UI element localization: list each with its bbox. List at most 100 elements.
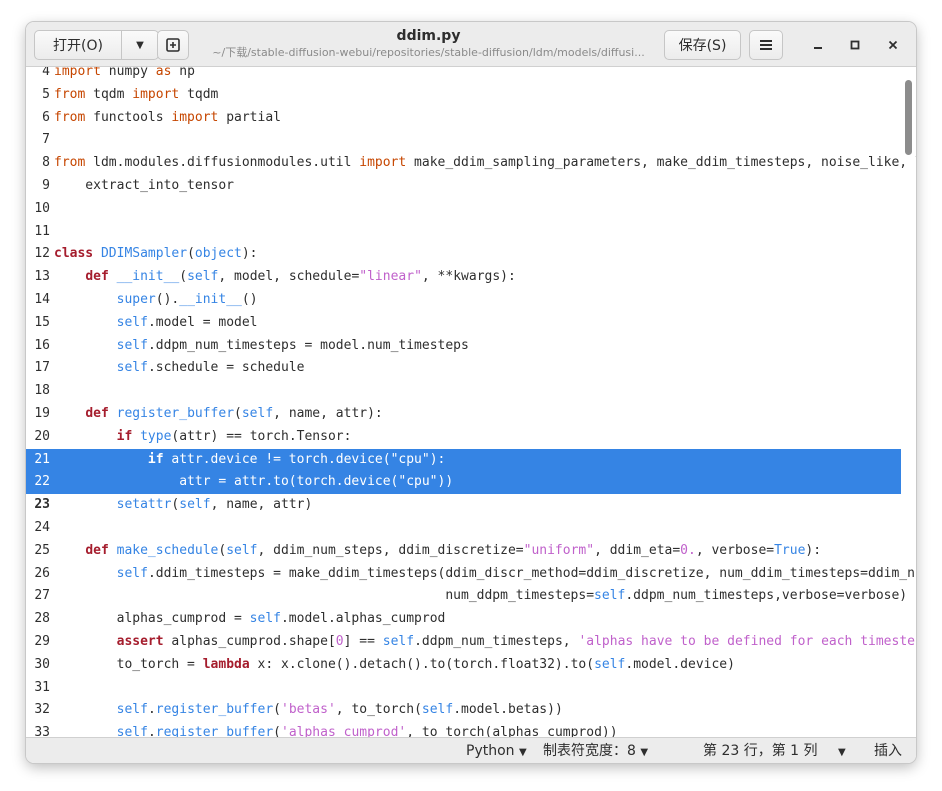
- code-text: attr = attr.to(torch.device("cpu")): [54, 474, 454, 490]
- line-number: 4: [42, 67, 50, 79]
- code-text: def __init__(self, model, schedule="line…: [85, 269, 516, 285]
- code-line[interactable]: 33 self.register_buffer('alphas_cumprod'…: [26, 722, 901, 737]
- code-line[interactable]: 5 from tqdm import tqdm: [26, 84, 901, 107]
- code-text: assert alphas_cumprod.shape[0] == self.d…: [116, 634, 916, 649]
- code-line[interactable]: 9 extract_into_tensor: [26, 175, 901, 198]
- chevron-down-icon: ▼: [838, 747, 846, 758]
- main-menu-button[interactable]: [749, 30, 783, 60]
- line-number: 29: [34, 634, 50, 649]
- line-number: 8: [42, 155, 50, 171]
- tab-width-label: 制表符宽度：8: [543, 743, 636, 759]
- code-text: def make_schedule(self, ddim_num_steps, …: [85, 542, 822, 558]
- line-number: 14: [34, 292, 50, 307]
- code-line[interactable]: 20 if type(attr) == torch.Tensor:: [26, 426, 901, 449]
- position-menu-button[interactable]: ▼: [838, 741, 846, 763]
- line-number: 16: [34, 337, 50, 353]
- code-line[interactable]: 28 alphas_cumprod = self.model.alphas_cu…: [26, 608, 901, 631]
- line-number: 9: [42, 178, 50, 193]
- line-number: 5: [42, 86, 50, 102]
- save-button[interactable]: 保存(S): [664, 30, 741, 60]
- code-line[interactable]: 10: [26, 198, 901, 221]
- code-line[interactable]: 13 def __init__(self, model, schedule="l…: [26, 266, 901, 289]
- code-text: setattr(self, name, attr): [116, 497, 313, 513]
- code-line[interactable]: 18: [26, 380, 901, 403]
- code-line[interactable]: 14 super().__init__(): [26, 289, 901, 312]
- line-number: 19: [34, 406, 50, 421]
- line-number: 24: [34, 520, 50, 535]
- title-area: ddim.py ~/下载/stable-diffusion-webui/repo…: [206, 27, 651, 61]
- open-button[interactable]: 打开(O): [34, 30, 122, 60]
- code-line[interactable]: 21 if attr.device != torch.device("cpu")…: [26, 448, 901, 472]
- line-number: 17: [34, 360, 50, 376]
- code-text: self.ddpm_num_timesteps = model.num_time…: [116, 337, 469, 353]
- code-text: def register_buffer(self, name, attr):: [85, 406, 383, 421]
- status-bar: Python ▼ 制表符宽度：8 ▼ 第 23 行，第 1 列 ▼ 插入: [26, 737, 916, 763]
- code-text: self.schedule = schedule: [116, 360, 305, 376]
- line-number: 22: [34, 474, 50, 490]
- close-icon: [888, 40, 898, 50]
- code-line[interactable]: 24: [26, 517, 901, 540]
- insert-mode[interactable]: 插入: [874, 741, 902, 761]
- line-number: 23: [34, 497, 50, 513]
- line-number: 20: [34, 428, 50, 444]
- code-text: if type(attr) == torch.Tensor:: [116, 428, 352, 444]
- code-text: import numpy as np: [54, 67, 195, 79]
- code-line[interactable]: 30 to_torch = lambda x: x.clone().detach…: [26, 654, 901, 677]
- code-line[interactable]: 4 import numpy as np: [26, 67, 901, 84]
- line-number: 15: [34, 314, 50, 330]
- code-text: from ldm.modules.diffusionmodules.util i…: [54, 155, 916, 171]
- code-line[interactable]: 16 self.ddpm_num_timesteps = model.num_t…: [26, 335, 901, 358]
- code-line[interactable]: 26 self.ddim_timesteps = make_ddim_times…: [26, 563, 916, 586]
- code-text: to_torch = lambda x: x.clone().detach().…: [54, 656, 735, 672]
- code-line[interactable]: 8 from ldm.modules.diffusionmodules.util …: [26, 152, 916, 175]
- maximize-icon: [850, 40, 860, 50]
- line-number: 28: [34, 611, 50, 627]
- code-line[interactable]: 19 def register_buffer(self, name, attr)…: [26, 403, 901, 426]
- line-number: 26: [34, 565, 50, 581]
- code-text: num_ddpm_timesteps=self.ddpm_num_timeste…: [54, 588, 908, 604]
- maximize-button[interactable]: [844, 34, 866, 56]
- header-bar: 打开(O) ▼ ddim.py ~/下载/stable-diffusion-we…: [26, 22, 916, 67]
- code-line[interactable]: 23 setattr(self, name, attr): [26, 494, 901, 517]
- code-line[interactable]: 7: [26, 129, 901, 152]
- hamburger-menu-icon: [760, 40, 772, 50]
- code-line[interactable]: 31: [26, 677, 901, 700]
- line-number: 32: [34, 702, 50, 718]
- line-number: 6: [42, 109, 50, 125]
- new-tab-button[interactable]: [157, 30, 189, 60]
- code-line[interactable]: 29 assert alphas_cumprod.shape[0] == sel…: [26, 631, 916, 654]
- tab-width-selector[interactable]: 制表符宽度：8 ▼: [543, 741, 648, 763]
- line-number: 25: [34, 542, 50, 558]
- code-text: from tqdm import tqdm: [54, 86, 219, 102]
- code-line[interactable]: 22 attr = attr.to(torch.device("cpu")): [26, 471, 901, 495]
- code-line[interactable]: 12 class DDIMSampler(object):: [26, 243, 901, 266]
- code-line[interactable]: 27 num_ddpm_timesteps=self.ddpm_num_time…: [26, 585, 907, 608]
- gedit-window: 打开(O) ▼ ddim.py ~/下载/stable-diffusion-we…: [26, 22, 916, 763]
- code-text: self.register_buffer('alphas_cumprod', t…: [116, 725, 618, 737]
- chevron-down-icon: ▼: [518, 747, 527, 758]
- line-number: 18: [34, 383, 50, 399]
- close-button[interactable]: [882, 34, 904, 56]
- open-menu-button[interactable]: ▼: [121, 30, 159, 60]
- line-number: 33: [34, 725, 50, 737]
- document-title: ddim.py: [396, 28, 461, 44]
- code-text: super().__init__(): [116, 292, 258, 307]
- minimize-button[interactable]: [807, 34, 829, 56]
- code-text: extract_into_tensor: [54, 178, 235, 193]
- line-number: 30: [34, 656, 50, 672]
- cursor-position: 第 23 行，第 1 列: [703, 743, 818, 759]
- code-line[interactable]: 17 self.schedule = schedule: [26, 357, 901, 380]
- code-line[interactable]: 15 self.model = model: [26, 312, 901, 335]
- vertical-scrollbar[interactable]: [905, 80, 912, 155]
- line-number: 10: [34, 200, 50, 216]
- document-path: ~/下载/stable-diffusion-webui/repositories…: [212, 46, 645, 59]
- language-label: Python: [466, 743, 515, 759]
- language-selector[interactable]: Python ▼: [466, 741, 527, 763]
- code-editor[interactable]: 4 import numpy as np 5 from tqdm import tqd…: [26, 67, 916, 737]
- code-text: alphas_cumprod = self.model.alphas_cumpr…: [54, 611, 446, 627]
- code-line[interactable]: 25 def make_schedule(self, ddim_num_step…: [26, 540, 901, 563]
- code-line[interactable]: 6 from functools import partial: [26, 107, 901, 130]
- code-text: self.model = model: [116, 314, 258, 330]
- code-line[interactable]: 32 self.register_buffer('betas', to_torc…: [26, 699, 901, 722]
- code-line[interactable]: 11: [26, 221, 901, 244]
